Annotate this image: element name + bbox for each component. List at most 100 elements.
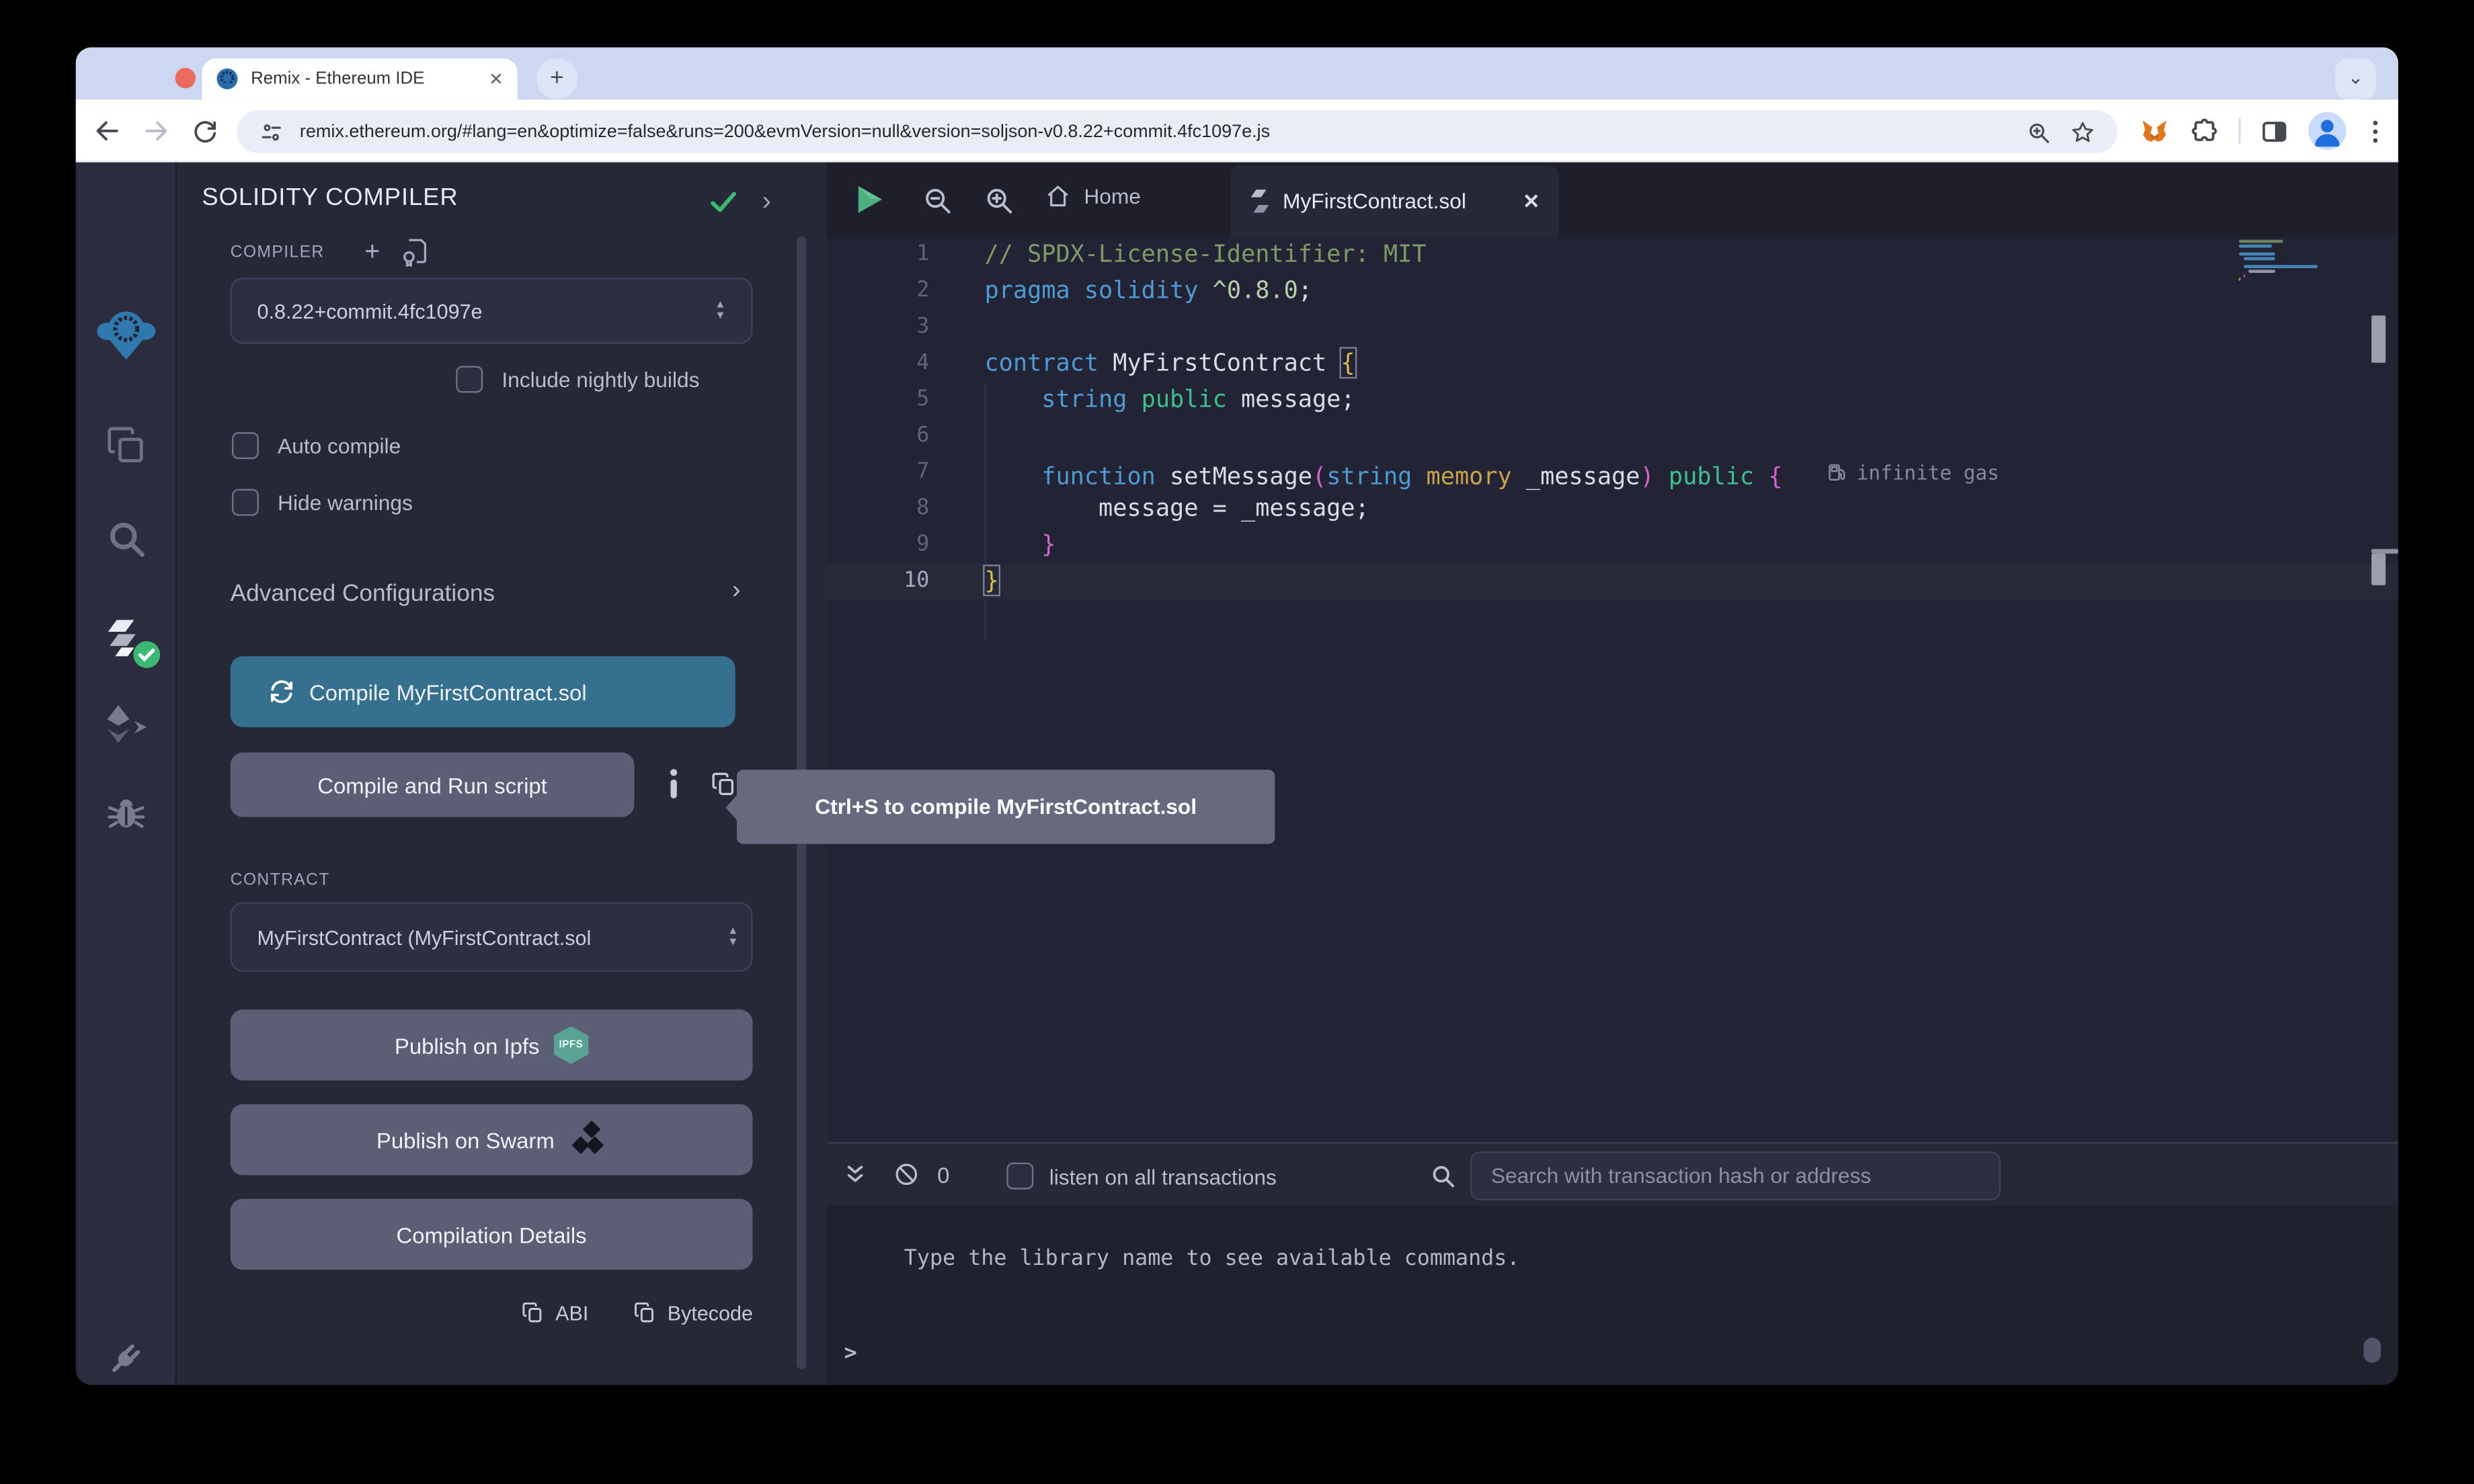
listen-transactions-checkbox[interactable] [1006, 1163, 1033, 1190]
terminal: 0 listen on all transactions Type the li… [827, 1142, 2399, 1385]
collapse-terminal-icon[interactable] [842, 1161, 868, 1188]
file-tab-label: MyFirstContract.sol [1283, 190, 1510, 213]
solidity-compiler-icon[interactable] [100, 614, 151, 664]
compiled-check-badge [132, 641, 160, 669]
copy-bytecode-icon[interactable] [633, 1300, 656, 1325]
plugin-manager-icon[interactable] [104, 1336, 148, 1380]
compile-button-label: Compile MyFirstContract.sol [309, 679, 587, 704]
copy-abi-icon[interactable] [520, 1300, 544, 1325]
compilation-details-button[interactable]: Compilation Details [231, 1199, 753, 1270]
code-line-3[interactable]: 3 [827, 309, 2399, 345]
code-line-9[interactable]: 9 } [827, 527, 2399, 563]
home-icon [1045, 183, 1072, 210]
tab-list-chevron-icon[interactable]: ⌄ [2335, 58, 2376, 99]
zoom-page-icon[interactable] [2026, 119, 2051, 145]
code-editor[interactable]: 1// SPDX-License-Identifier: MIT2pragma … [827, 237, 2399, 1142]
publish-swarm-button[interactable]: Publish on Swarm [231, 1104, 753, 1176]
add-compiler-icon[interactable]: + [364, 237, 380, 268]
clear-console-icon[interactable] [893, 1161, 920, 1188]
tab-myfirstcontract[interactable]: MyFirstContract.sol ✕ [1231, 165, 1559, 237]
code-line-8[interactable]: 8 message = _message; [827, 491, 2399, 527]
publish-swarm-label: Publish on Swarm [376, 1127, 555, 1153]
browser-toolbar: remix.ethereum.org/#lang=en&optimize=fal… [76, 99, 2399, 163]
tab-close-icon[interactable]: ✕ [489, 69, 504, 89]
extensions-icon[interactable] [2190, 117, 2221, 147]
code-line-2[interactable]: 2pragma solidity ^0.8.0; [827, 273, 2399, 309]
code-line-5[interactable]: 5 string public message; [827, 382, 2399, 418]
zoom-out-icon[interactable] [922, 185, 953, 216]
hide-warnings-checkbox[interactable] [232, 489, 259, 516]
code-line-10[interactable]: 10} [827, 563, 2399, 600]
contract-select[interactable]: MyFirstContract (MyFirstContract.sol ▲▼ [231, 902, 753, 971]
toolbar-separator [2239, 118, 2240, 144]
metamask-extension-icon[interactable] [2139, 117, 2169, 147]
run-script-play-icon[interactable] [856, 185, 883, 215]
compiler-version-value: 0.8.22+commit.4fc1097e [257, 299, 715, 323]
bookmark-star-icon[interactable] [2070, 119, 2096, 145]
debugger-icon[interactable] [104, 790, 148, 835]
site-settings-icon[interactable] [259, 119, 284, 145]
nightly-builds-label: Include nightly builds [502, 368, 699, 392]
compile-and-run-label: Compile and Run script [317, 772, 547, 798]
close-file-tab-icon[interactable]: ✕ [1523, 188, 1540, 214]
ipfs-icon: IPFS [554, 1026, 589, 1064]
browser-tab[interactable]: Remix - Ethereum IDE ✕ [202, 58, 517, 99]
code-line-1[interactable]: 1// SPDX-License-Identifier: MIT [827, 237, 2399, 273]
advanced-configurations-toggle[interactable]: Advanced Configurations [231, 581, 495, 608]
file-explorer-icon[interactable] [104, 424, 147, 466]
editor-tabbar: Home MyFirstContract.sol ✕ [827, 163, 2399, 237]
solidity-compiler-panel: SOLIDITY COMPILER › COMPILER + 0.8.22+co… [177, 163, 827, 1385]
browser-menu-icon[interactable] [2360, 117, 2391, 147]
advanced-chevron-icon[interactable]: › [732, 577, 741, 606]
panel-collapse-chevron-icon[interactable]: › [762, 186, 771, 218]
remix-favicon-icon [216, 68, 239, 90]
contract-select-value: MyFirstContract (MyFirstContract.sol [257, 925, 728, 948]
auto-compile-checkbox[interactable] [232, 432, 259, 459]
deploy-run-icon[interactable] [102, 702, 149, 746]
terminal-message: Type the library name to see available c… [904, 1246, 1520, 1272]
activity-bar [76, 163, 177, 1385]
compiler-version-select[interactable]: 0.8.22+commit.4fc1097e ▲▼ [231, 278, 753, 344]
sidebar-toggle-icon[interactable] [2260, 117, 2290, 147]
terminal-search-input[interactable] [1470, 1151, 2001, 1200]
terminal-output[interactable]: Type the library name to see available c… [827, 1205, 2399, 1385]
publish-ipfs-button[interactable]: Publish on Ipfs IPFS [231, 1009, 753, 1081]
compile-and-run-button[interactable]: Compile and Run script [231, 752, 635, 817]
hide-warnings-label: Hide warnings [278, 491, 413, 515]
bytecode-label[interactable]: Bytecode [668, 1301, 753, 1325]
terminal-search-icon [1429, 1163, 1456, 1190]
code-line-7[interactable]: 7 function setMessage(string memory _mes… [827, 454, 2399, 491]
search-icon[interactable] [104, 518, 147, 560]
zoom-in-icon[interactable] [983, 185, 1014, 216]
forward-icon[interactable] [142, 117, 170, 145]
minimap[interactable] [2239, 240, 2375, 282]
compiler-section-label: COMPILER [231, 243, 325, 261]
solidity-file-icon [1250, 188, 1271, 214]
profile-avatar[interactable] [2309, 112, 2346, 150]
home-tab-label: Home [1084, 185, 1141, 208]
line-number: 2 [827, 273, 930, 309]
tab-home[interactable]: Home [1045, 183, 1141, 210]
info-icon[interactable] [663, 768, 685, 800]
url-bar[interactable]: remix.ethereum.org/#lang=en&optimize=fal… [237, 110, 2118, 153]
line-number: 6 [827, 418, 930, 454]
editor-scrollbar-thumb[interactable] [2371, 315, 2385, 362]
compile-button[interactable]: Compile MyFirstContract.sol [231, 656, 735, 727]
gas-estimate-annotation: infinite gas [1827, 454, 1999, 491]
close-window-button[interactable] [175, 68, 196, 89]
abi-label[interactable]: ABI [555, 1301, 588, 1325]
back-icon[interactable] [93, 117, 121, 145]
contract-stepper-icon: ▲▼ [727, 926, 738, 948]
nightly-builds-checkbox[interactable] [456, 366, 483, 393]
terminal-scrollbar-thumb[interactable] [2364, 1337, 2381, 1363]
url-input[interactable]: remix.ethereum.org/#lang=en&optimize=fal… [300, 122, 2026, 141]
code-line-4[interactable]: 4contract MyFirstContract { [827, 345, 2399, 382]
reload-icon[interactable] [191, 117, 219, 145]
new-tab-button[interactable]: + [536, 58, 577, 99]
code-line-6[interactable]: 6 [827, 418, 2399, 454]
license-icon[interactable] [401, 238, 428, 266]
compile-sync-icon [268, 678, 295, 705]
line-number: 9 [827, 527, 930, 563]
line-number: 3 [827, 309, 930, 345]
publish-ipfs-label: Publish on Ipfs [395, 1032, 540, 1058]
